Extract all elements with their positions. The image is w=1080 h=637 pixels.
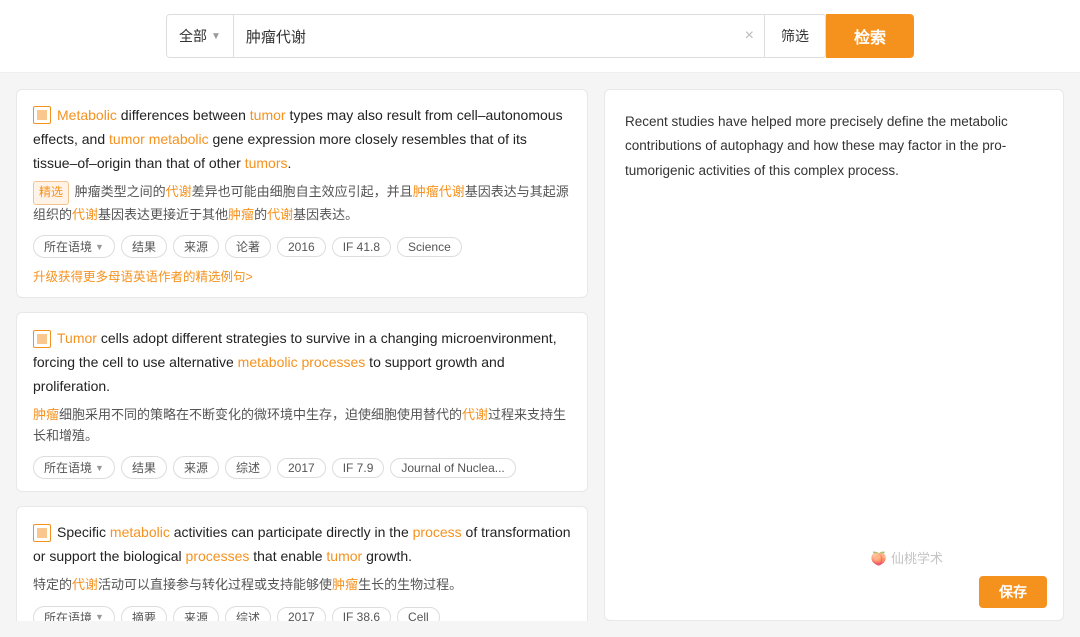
tag-context-2[interactable]: 所在语境▼ xyxy=(33,456,115,479)
en-text-2: Tumor cells adopt different strategies t… xyxy=(33,327,571,398)
tag-source-2[interactable]: 来源 xyxy=(173,456,219,479)
tag-journal-2[interactable]: Journal of Nuclea... xyxy=(390,458,515,478)
save-button[interactable]: 保存 xyxy=(979,576,1047,608)
filter-button[interactable]: 筛选 xyxy=(764,15,825,57)
category-dropdown[interactable]: 全部 ▼ xyxy=(167,15,234,57)
tag-type-2[interactable]: 综述 xyxy=(225,456,271,479)
tag-year-2[interactable]: 2017 xyxy=(277,458,326,478)
result-card-1: Metabolic differences between tumor type… xyxy=(16,89,588,298)
left-panel: Metabolic differences between tumor type… xyxy=(16,89,588,621)
tag-context-1[interactable]: 所在语境▼ xyxy=(33,235,115,258)
card-icon-2 xyxy=(33,330,51,348)
tag-arrow-icon-2: ▼ xyxy=(95,463,104,473)
upgrade-link[interactable]: 升级获得更多母语英语作者的精选例句> xyxy=(33,266,571,285)
jingxuan-tag: 精选 xyxy=(33,181,69,204)
main-layout: Metabolic differences between tumor type… xyxy=(0,73,1080,637)
tag-result-1[interactable]: 结果 xyxy=(121,235,167,258)
zh-text-3: 特定的代谢活动可以直接参与转化过程或支持能够使肿瘤生长的生物过程。 xyxy=(33,575,571,596)
result-card-2: Tumor cells adopt different strategies t… xyxy=(16,312,588,492)
tag-result-2[interactable]: 结果 xyxy=(121,456,167,479)
tag-if-2[interactable]: IF 7.9 xyxy=(332,458,385,478)
tag-source-3[interactable]: 来源 xyxy=(173,606,219,621)
tag-year-1[interactable]: 2016 xyxy=(277,237,326,257)
search-bar: 全部 ▼ × 筛选 检索 xyxy=(0,0,1080,73)
card-icon-3 xyxy=(33,524,51,542)
category-label: 全部 xyxy=(179,26,207,46)
search-container: 全部 ▼ × 筛选 xyxy=(166,14,826,58)
en-text-3: Specific metabolic activities can partic… xyxy=(33,521,571,569)
tags-row-2: 所在语境▼ 结果 来源 综述 2017 IF 7.9 Journal of Nu… xyxy=(33,456,571,479)
tags-row-1: 所在语境▼ 结果 来源 论著 2016 IF 41.8 Science xyxy=(33,235,571,258)
zh-text-2: 肿瘤细胞采用不同的策略在不断变化的微环境中生存，迫使细胞使用替代的代谢过程来支持… xyxy=(33,405,571,447)
watermark-text: 仙桃学术 xyxy=(891,547,943,570)
tag-type-1[interactable]: 论著 xyxy=(225,235,271,258)
tag-if-3[interactable]: IF 38.6 xyxy=(332,607,391,621)
chevron-down-icon: ▼ xyxy=(211,31,221,42)
watermark: 🍑 仙桃学术 xyxy=(871,547,943,570)
tag-abstract-3[interactable]: 摘要 xyxy=(121,606,167,621)
right-panel-text: Recent studies have helped more precisel… xyxy=(625,110,1043,183)
tag-arrow-icon-3: ▼ xyxy=(95,612,104,621)
zh-text-1: 精选 肿瘤类型之间的代谢差异也可能由细胞自主效应引起，并且肿瘤代谢基因表达与其起… xyxy=(33,181,571,225)
tag-source-1[interactable]: 来源 xyxy=(173,235,219,258)
right-panel: Recent studies have helped more precisel… xyxy=(604,89,1064,621)
search-input[interactable] xyxy=(234,28,735,45)
tags-row-3: 所在语境▼ 摘要 来源 综述 2017 IF 38.6 Cell xyxy=(33,606,571,621)
tag-if-1[interactable]: IF 41.8 xyxy=(332,237,391,257)
tag-journal-1[interactable]: Science xyxy=(397,237,462,257)
clear-icon[interactable]: × xyxy=(735,27,764,45)
tag-arrow-icon: ▼ xyxy=(95,242,104,252)
tag-journal-3[interactable]: Cell xyxy=(397,607,440,621)
search-button[interactable]: 检索 xyxy=(826,14,914,58)
en-text-1: Metabolic differences between tumor type… xyxy=(33,104,571,175)
tag-type-3[interactable]: 综述 xyxy=(225,606,271,621)
result-card-3: Specific metabolic activities can partic… xyxy=(16,506,588,621)
tag-year-3[interactable]: 2017 xyxy=(277,607,326,621)
card-icon-1 xyxy=(33,106,51,124)
tag-context-3[interactable]: 所在语境▼ xyxy=(33,606,115,621)
